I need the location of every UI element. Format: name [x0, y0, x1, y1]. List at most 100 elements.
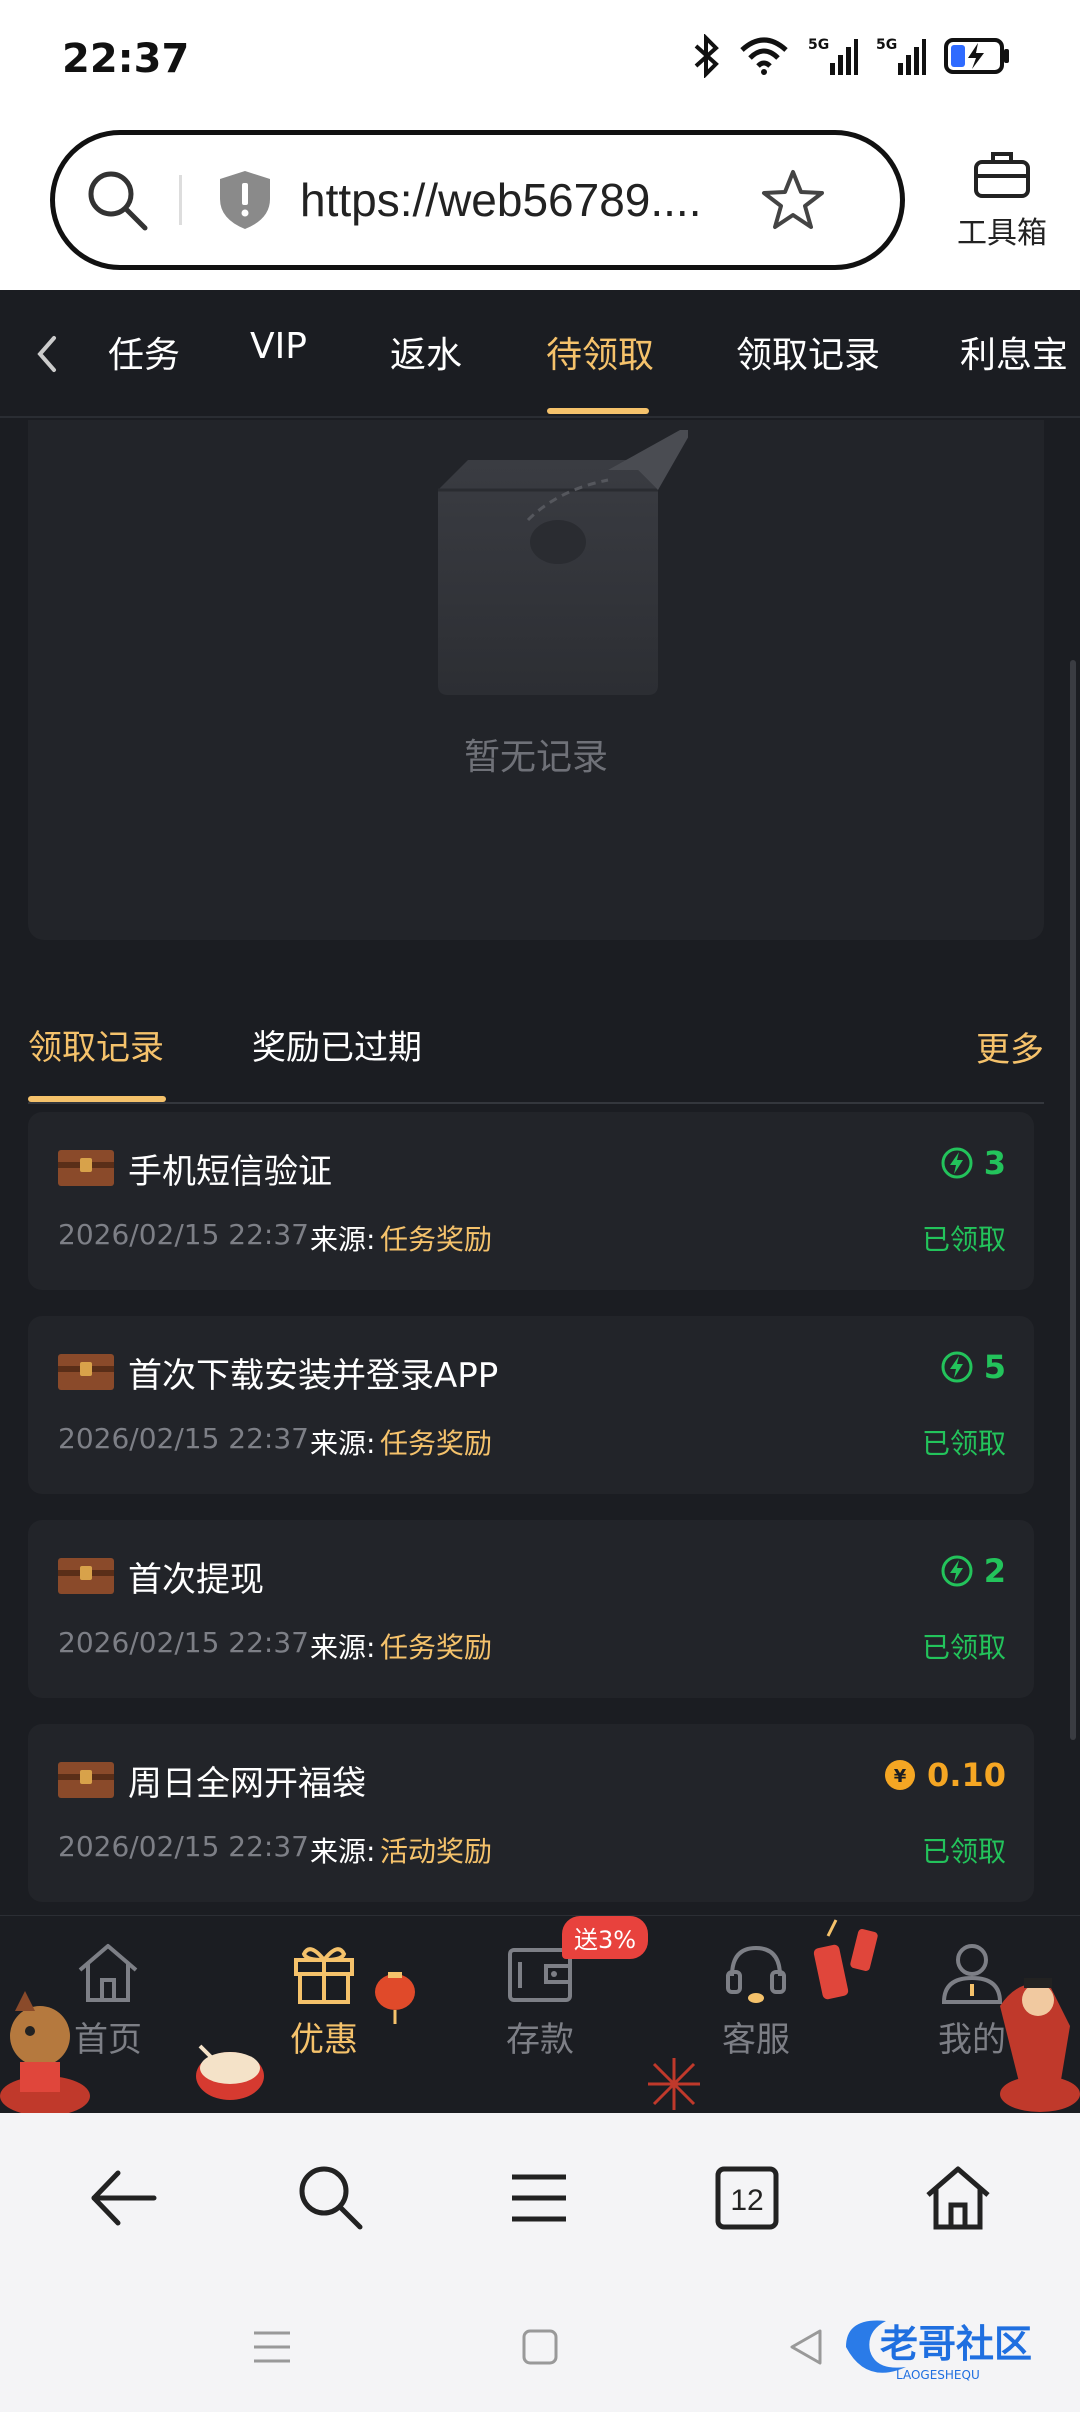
record-date: 2026/02/15 22:37 [58, 1422, 309, 1455]
subtab-expired[interactable]: 奖励已过期 [252, 1020, 422, 1069]
record-amount-value: 2 [983, 1552, 1006, 1590]
svg-text:12: 12 [730, 2184, 763, 2217]
status-bar: 22:37 5G 5G [0, 0, 1080, 120]
record-item[interactable]: 首次下载安装并登录APP 5 2026/02/15 22:37 来源: 任务奖励… [28, 1316, 1034, 1494]
record-amount: 5 [940, 1348, 1006, 1386]
nav-deposit-label: 存款 [506, 2020, 574, 2060]
svg-text:5G: 5G [876, 37, 897, 53]
status-icons: 5G 5G [692, 34, 1010, 78]
menu-icon[interactable] [506, 2163, 572, 2233]
recent-apps-icon[interactable] [250, 2325, 294, 2369]
home-icon [78, 1944, 138, 2002]
deposit-promo-badge: 送3% [562, 1916, 649, 1959]
record-source-label: 来源: [310, 1631, 376, 1664]
active-tab-indicator [547, 408, 649, 414]
record-title: 周日全网开福袋 [128, 1764, 366, 1804]
treasure-chest-icon [58, 1762, 114, 1798]
tab-rebate[interactable]: 返水 [390, 326, 462, 378]
record-source: 活动奖励 [380, 1835, 493, 1868]
main-content[interactable]: 暂无记录 领取记录 奖励已过期 更多 手机短信验证 3 2026/02/15 2… [0, 420, 1080, 1915]
tabs-count-icon[interactable]: 12 [714, 2163, 780, 2233]
record-item[interactable]: 手机短信验证 3 2026/02/15 22:37 来源: 任务奖励 已领取 [28, 1112, 1034, 1290]
browser-address-bar: https://web56789.... 工具箱 [0, 120, 1080, 290]
search-icon[interactable] [85, 168, 149, 232]
nav-profile-label: 我的 [938, 2020, 1006, 2060]
record-title: 首次提现 [128, 1560, 264, 1600]
back-triangle-icon[interactable] [784, 2325, 828, 2369]
system-navigation-bar: 老哥社区 LAOGESHEQU [0, 2283, 1080, 2412]
tab-tasks[interactable]: 任务 [108, 326, 180, 378]
nav-profile[interactable]: 我的 [902, 1940, 1042, 2061]
app-bottom-nav: 首页 优惠 存款 送3% 客服 我的 [0, 1915, 1080, 2116]
empty-state-panel: 暂无记录 [28, 420, 1044, 940]
home-icon[interactable] [924, 2163, 992, 2233]
gift-icon [294, 1947, 354, 2004]
record-item[interactable]: 周日全网开福袋 ¥ 0.10 2026/02/15 22:37 来源: 活动奖励… [28, 1724, 1034, 1902]
record-source-label: 来源: [310, 1427, 376, 1460]
more-link[interactable]: 更多 [976, 1022, 1044, 1071]
toolbox-icon [974, 152, 1030, 198]
record-source: 任务奖励 [380, 1631, 493, 1664]
home-square-icon[interactable] [518, 2325, 562, 2369]
signal-5g-icon: 5G [876, 37, 926, 75]
nav-support-label: 客服 [722, 2020, 790, 2060]
record-item[interactable]: 首次提现 2 2026/02/15 22:37 来源: 任务奖励 已领取 [28, 1520, 1034, 1698]
nav-home[interactable]: 首页 [38, 1940, 178, 2061]
record-amount-value: 3 [983, 1144, 1006, 1182]
user-icon [941, 1944, 1003, 2004]
record-source: 任务奖励 [380, 1427, 493, 1460]
bolt-icon [941, 1555, 973, 1587]
nav-home-label: 首页 [74, 2020, 142, 2060]
wifi-icon [740, 37, 788, 75]
bolt-icon [941, 1147, 973, 1179]
record-amount: 3 [940, 1144, 1006, 1182]
url-text[interactable]: https://web56789.... [300, 173, 740, 227]
record-status: 已领取 [921, 1427, 1006, 1460]
svg-text:¥: ¥ [894, 1766, 907, 1787]
record-status: 已领取 [921, 1631, 1006, 1664]
toolbox-label: 工具箱 [957, 216, 1047, 251]
url-field[interactable]: https://web56789.... [50, 130, 905, 270]
coin-icon: ¥ [885, 1760, 916, 1790]
record-status: 已领取 [921, 1835, 1006, 1868]
record-amount: 2 [940, 1552, 1006, 1590]
status-time: 22:37 [62, 36, 190, 82]
url-divider [179, 175, 182, 225]
subtab-claim-history[interactable]: 领取记录 [28, 1020, 164, 1069]
record-amount-value: 0.10 [927, 1756, 1006, 1794]
scrollbar[interactable] [1070, 660, 1076, 1740]
svg-text:老哥社区: 老哥社区 [880, 2322, 1032, 2366]
tab-claim-history[interactable]: 领取记录 [736, 326, 880, 378]
search-icon[interactable] [296, 2163, 366, 2233]
shield-icon[interactable] [218, 169, 272, 231]
browser-toolbar: 12 [0, 2113, 1080, 2283]
nav-promotions[interactable]: 优惠 [254, 1940, 394, 2061]
battery-charging-icon [944, 38, 1009, 74]
svg-text:5G: 5G [808, 37, 829, 53]
treasure-chest-icon [58, 1150, 114, 1186]
record-amount: ¥ 0.10 [883, 1756, 1006, 1794]
nav-promotions-label: 优惠 [290, 2020, 358, 2060]
tab-interest[interactable]: 利息宝 [960, 326, 1068, 378]
nav-support[interactable]: 客服 [686, 1940, 826, 2061]
tab-pending[interactable]: 待领取 [546, 326, 654, 378]
bookmark-star-icon[interactable] [760, 168, 826, 232]
signal-5g-icon: 5G [808, 37, 858, 75]
active-subtab-indicator [28, 1096, 166, 1102]
category-tabs: 任务 VIP 返水 待领取 领取记录 利息宝 [0, 290, 1080, 418]
record-status: 已领取 [921, 1223, 1006, 1256]
record-subtabs: 领取记录 奖励已过期 更多 [28, 1000, 1044, 1104]
record-date: 2026/02/15 22:37 [58, 1830, 309, 1863]
toolbox-button[interactable]: 工具箱 [954, 150, 1050, 252]
tab-vip[interactable]: VIP [250, 326, 307, 367]
record-source-label: 来源: [310, 1835, 376, 1868]
empty-state-text: 暂无记录 [463, 737, 608, 778]
back-arrow-icon[interactable] [88, 2163, 160, 2233]
bluetooth-icon [694, 34, 719, 78]
record-date: 2026/02/15 22:37 [58, 1218, 309, 1251]
record-title: 首次下载安装并登录APP [128, 1356, 499, 1396]
record-date: 2026/02/15 22:37 [58, 1626, 309, 1659]
treasure-chest-icon [58, 1354, 114, 1390]
bolt-icon [941, 1351, 973, 1383]
chevron-left-icon[interactable] [30, 330, 64, 378]
